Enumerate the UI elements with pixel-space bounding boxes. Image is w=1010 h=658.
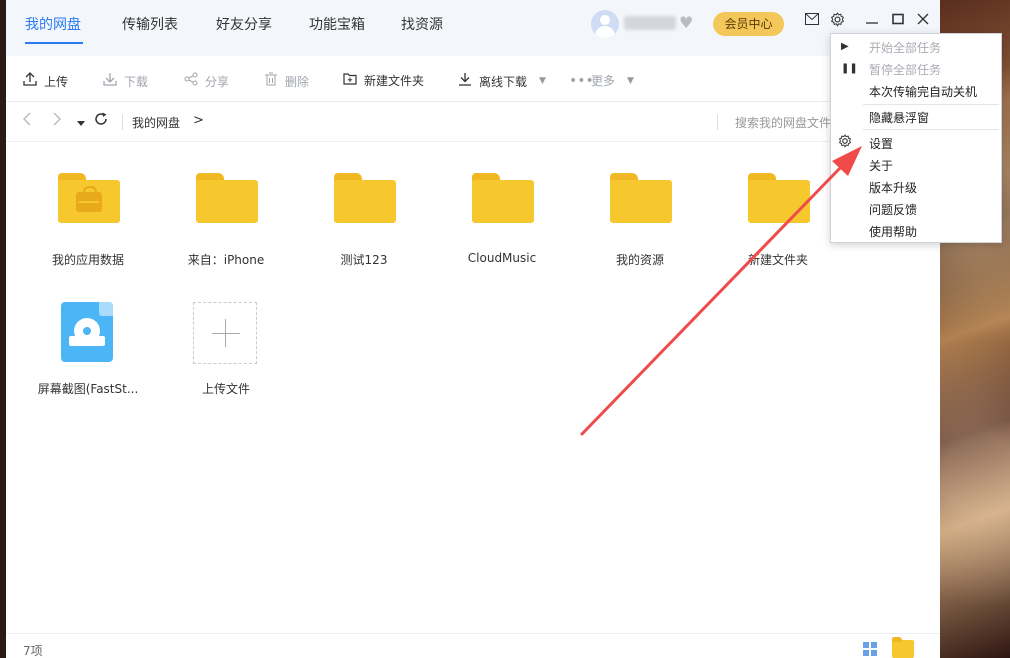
maximize-icon[interactable] [892,13,904,29]
netdisk-window: 我的网盘 传输列表 好友分享 功能宝箱 找资源 ♥ 会员中心 上传 下载 分享 … [6,0,940,658]
folder-icon [196,173,258,223]
folder-icon [472,173,534,223]
download-button[interactable]: 下载 [102,72,148,90]
download-icon [102,72,118,90]
settings-dropdown-menu: ▶ 开始全部任务 ❚❚ 暂停全部任务 本次传输完自动关机 隐藏悬浮窗 设置 关于… [830,33,1002,243]
history-dropdown-icon[interactable] [77,115,85,131]
plus-icon [193,302,257,364]
offline-download-icon [457,72,473,90]
member-center-button[interactable]: 会员中心 [713,12,784,36]
file-name: 我的应用数据 [51,253,124,267]
refresh-icon[interactable] [94,112,108,130]
vip-heart-icon[interactable]: ♥ [679,13,693,32]
menu-item-auto-shutdown[interactable]: 本次传输完自动关机 [869,83,977,100]
status-bar: 7项 [6,633,940,658]
app-data-folder-icon [58,173,120,223]
new-folder-button[interactable]: 新建文件夹 [342,72,424,89]
tab-friend-share[interactable]: 好友分享 [216,14,272,34]
menu-item-settings[interactable]: 设置 [869,135,893,152]
divider [122,114,123,130]
pause-icon: ❚❚ [841,63,858,74]
gear-icon[interactable] [830,12,845,31]
upload-button[interactable]: 上传 [22,72,68,90]
toolbar: 上传 下载 分享 删除 新建文件夹 离线下载 ▼ ••• 更多 ▼ [6,56,940,102]
share-icon [183,72,199,90]
file-name: 来自：iPhone [187,253,265,267]
username-blurred[interactable] [624,16,676,30]
trash-icon [263,72,279,90]
search-input[interactable]: 搜索我的网盘文件 [735,114,831,131]
file-name: 我的资源 [615,253,664,267]
disc-image-file-icon [61,302,113,362]
tab-find-resources[interactable]: 找资源 [401,14,443,34]
share-label: 分享 [205,74,230,89]
tab-my-netdisk[interactable]: 我的网盘 [25,14,81,34]
breadcrumb[interactable]: 我的网盘 [132,114,180,131]
play-icon: ▶ [841,41,849,52]
minimize-icon[interactable] [866,13,878,29]
more-label: 更多 [591,74,616,88]
file-name: 新建文件夹 [747,253,808,267]
title-bar: 我的网盘 传输列表 好友分享 功能宝箱 找资源 ♥ 会员中心 [6,0,940,56]
mail-icon[interactable] [805,13,819,29]
chevron-down-icon: ▼ [627,75,634,86]
forward-arrow-icon[interactable] [52,112,62,130]
avatar[interactable] [591,10,619,38]
menu-item-start-all[interactable]: 开始全部任务 [869,39,941,56]
menu-separator [863,129,999,130]
close-icon[interactable] [917,13,929,29]
divider [717,114,718,130]
file-name: 屏幕截图(FastSt... [37,382,139,396]
new-folder-label: 新建文件夹 [364,74,425,88]
item-count: 7项 [23,644,43,658]
folder-icon [334,173,396,223]
new-folder-icon [342,72,358,89]
back-arrow-icon[interactable] [22,112,32,130]
menu-item-help[interactable]: 使用帮助 [869,223,917,240]
more-button[interactable]: ••• 更多 ▼ [569,72,634,89]
menu-item-upgrade[interactable]: 版本升级 [869,179,917,196]
offline-download-label: 离线下载 [479,74,528,89]
folder-view-icon[interactable] [892,637,914,658]
file-name: 上传文件 [201,382,250,396]
offline-download-button[interactable]: 离线下载 ▼ [457,72,546,90]
menu-item-hide-float-window[interactable]: 隐藏悬浮窗 [869,109,929,126]
menu-item-about[interactable]: 关于 [869,157,893,174]
breadcrumb-arrow[interactable]: > [193,113,204,128]
tab-toolbox[interactable]: 功能宝箱 [309,14,365,34]
gear-icon [838,134,852,151]
delete-button[interactable]: 删除 [263,72,309,90]
file-name: 测试123 [340,253,388,267]
download-label: 下载 [124,74,149,89]
tab-transfer-list[interactable]: 传输列表 [122,14,178,34]
menu-item-feedback[interactable]: 问题反馈 [869,201,917,218]
grid-view-icon[interactable] [863,642,879,656]
upload-label: 上传 [44,74,69,89]
delete-label: 删除 [285,74,310,89]
folder-icon [748,173,810,223]
share-button[interactable]: 分享 [183,72,229,90]
menu-separator [863,104,999,105]
more-dots-icon: ••• [569,72,594,89]
menu-item-pause-all[interactable]: 暂停全部任务 [869,61,941,78]
file-name: CloudMusic [467,251,537,265]
chevron-down-icon: ▼ [539,76,546,86]
folder-icon [610,173,672,223]
active-tab-indicator [25,42,83,44]
path-bar: 我的网盘 > 搜索我的网盘文件 [6,102,940,142]
upload-icon [22,72,38,90]
